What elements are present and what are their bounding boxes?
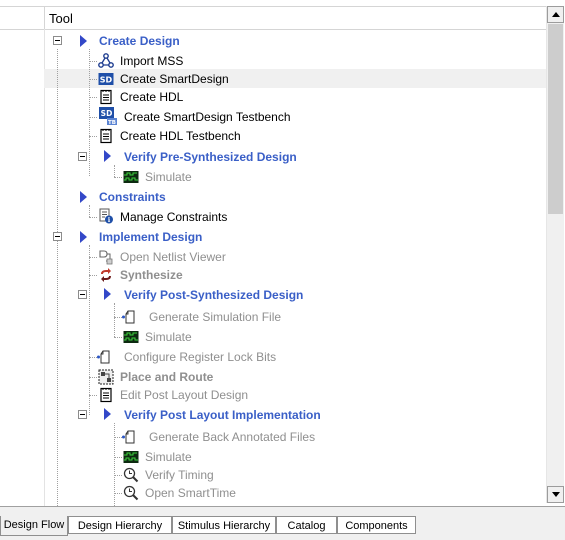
tree-item-synthesize[interactable]: Synthesize [120, 266, 183, 284]
tree-item-create-smartdesign[interactable]: Create SmartDesign [120, 70, 229, 88]
scroll-down-button[interactable] [547, 486, 564, 503]
tree-connector [89, 275, 97, 276]
tree-item-place-and-route[interactable]: Place and Route [120, 368, 213, 386]
file-icon [122, 310, 135, 324]
tree-connector [89, 79, 97, 80]
tree-connector [89, 49, 90, 176]
tab-design-flow[interactable]: Design Flow [0, 516, 68, 536]
tree-connector [89, 377, 97, 378]
mss-import-icon [98, 53, 114, 68]
tree-item-constraints[interactable]: Constraints [99, 188, 166, 206]
scrollbar-thumb[interactable] [548, 24, 563, 214]
synthesize-icon [101, 268, 111, 282]
smartdesign-testbench-icon: SD TB [99, 107, 117, 126]
svg-text:SD: SD [101, 109, 113, 118]
tree-item-import-mss[interactable]: Import MSS [120, 52, 183, 70]
tab-catalog[interactable]: Catalog [276, 516, 337, 534]
place-route-icon [98, 369, 114, 385]
tree-connector [114, 337, 122, 338]
waveform-icon [123, 331, 139, 343]
tree-item-open-netlist-viewer[interactable]: Open Netlist Viewer [120, 248, 226, 266]
scroll-up-button[interactable] [547, 6, 564, 23]
play-icon [80, 191, 87, 203]
tree-item-create-design[interactable]: Create Design [99, 32, 180, 50]
tree-item-simulate[interactable]: Simulate [145, 448, 192, 466]
tree-connector [114, 177, 122, 178]
tree-connector [114, 493, 122, 494]
collapse-toggle[interactable] [53, 232, 62, 241]
tree-connector [114, 475, 122, 476]
column-header-tool[interactable]: Tool [49, 11, 73, 26]
tree-connector [89, 217, 97, 218]
timing-icon [123, 485, 139, 501]
tree-item-create-hdl[interactable]: Create HDL [120, 88, 183, 106]
tree-connector [89, 257, 97, 258]
tree-connector [114, 165, 115, 177]
tab-components[interactable]: Components [337, 516, 416, 534]
tree-item-open-smarttime[interactable]: Open SmartTime [145, 484, 236, 502]
waveform-icon [123, 451, 139, 463]
constraints-info-icon: i [99, 208, 113, 224]
header-gutter [0, 7, 45, 29]
tree-item-simulate[interactable]: Simulate [145, 168, 192, 186]
tree-item-manage-constraints[interactable]: Manage Constraints [120, 208, 227, 226]
tree-connector [114, 457, 122, 458]
tree-item-create-smartdesign-testbench[interactable]: Create SmartDesign Testbench [124, 108, 291, 126]
svg-text:TB: TB [108, 120, 116, 126]
tree-item-verify-post-layout-implementation[interactable]: Verify Post Layout Implementation [124, 406, 321, 424]
selected-row-highlight [0, 69, 546, 88]
tree-item-create-hdl-testbench[interactable]: Create HDL Testbench [120, 127, 241, 145]
tree-connector [89, 117, 97, 118]
play-icon [80, 231, 87, 243]
tree-connector [89, 136, 97, 137]
tree-item-generate-back-annotated-files[interactable]: Generate Back Annotated Files [149, 428, 315, 446]
arrow-up-icon [552, 12, 560, 17]
arrow-down-icon [552, 492, 560, 497]
tree-item-verify-post-synthesized-design[interactable]: Verify Post-Synthesized Design [124, 286, 303, 304]
play-icon [104, 150, 111, 162]
collapse-toggle[interactable] [78, 290, 87, 299]
gutter-divider [44, 29, 45, 506]
document-icon [100, 89, 112, 105]
tree-connector [89, 61, 97, 62]
svg-text:SD: SD [100, 76, 113, 85]
smartdesign-icon: SD [98, 73, 114, 85]
waveform-icon [123, 171, 139, 183]
tree-connector [57, 49, 58, 506]
vertical-scrollbar[interactable] [546, 6, 564, 503]
play-icon [104, 408, 111, 420]
play-icon [80, 35, 87, 47]
tree-item-edit-post-layout-design[interactable]: Edit Post Layout Design [120, 386, 248, 404]
document-icon [100, 387, 112, 403]
netlist-icon [99, 250, 113, 265]
play-icon [104, 288, 111, 300]
collapse-toggle[interactable] [78, 152, 87, 161]
tree-item-simulate[interactable]: Simulate [145, 328, 192, 346]
tree-connector [89, 97, 97, 98]
tree-item-verify-pre-synthesized-design[interactable]: Verify Pre-Synthesized Design [124, 148, 297, 166]
file-icon [97, 350, 110, 364]
tree-item-implement-design[interactable]: Implement Design [99, 228, 202, 246]
document-icon [100, 128, 112, 144]
tree-connector [114, 303, 115, 337]
tab-design-hierarchy[interactable]: Design Hierarchy [68, 516, 172, 534]
tree-connector [89, 205, 90, 217]
tree-item-generate-simulation-file[interactable]: Generate Simulation File [149, 308, 281, 326]
tab-stimulus-hierarchy[interactable]: Stimulus Hierarchy [172, 516, 276, 534]
file-icon [122, 430, 135, 444]
collapse-toggle[interactable] [78, 410, 87, 419]
tree-connector [89, 245, 90, 415]
tree-header: Tool [0, 6, 546, 30]
timing-icon [123, 467, 139, 483]
design-flow-panel: Tool Create Design Import MSS SD Create … [0, 0, 565, 507]
tree-connector [89, 395, 97, 396]
tree-item-verify-timing[interactable]: Verify Timing [145, 466, 214, 484]
collapse-toggle[interactable] [53, 36, 62, 45]
tree-item-configure-register-lock-bits[interactable]: Configure Register Lock Bits [124, 348, 276, 366]
